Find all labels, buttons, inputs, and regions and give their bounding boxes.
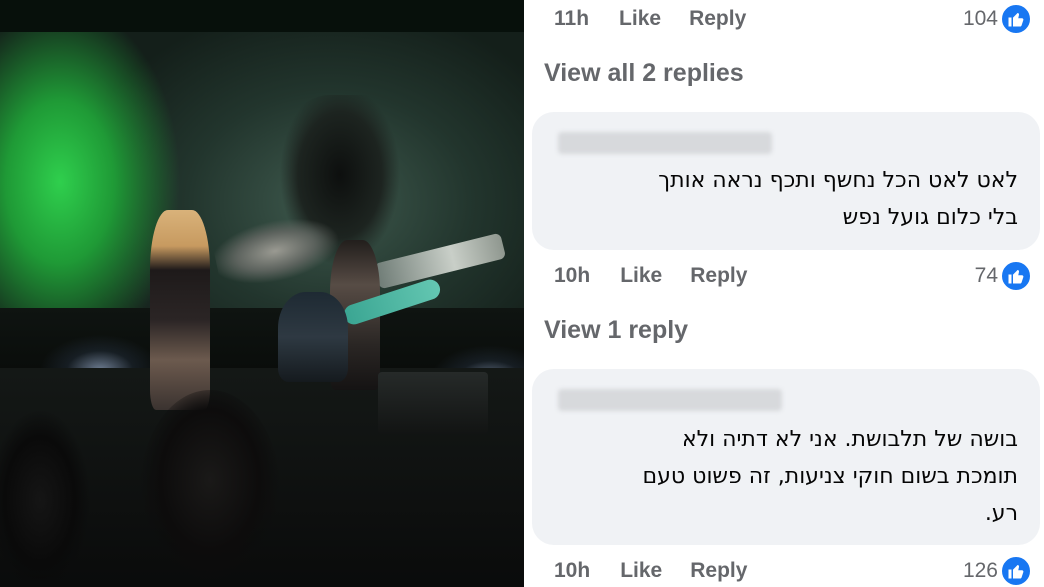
comment-time[interactable]: 11h [554,7,589,31]
reaction-count: 74 [974,264,998,287]
audience-silhouette [140,390,280,587]
comment-text: לאט לאט הכל נחשף ותכף נראה אותך בלי כלום… [658,162,1018,236]
comment-text-line: בושה של תלבושת. אני לא דתיה ולא [681,427,1018,452]
comment-text-line: בלי כלום גועל נפש [842,205,1018,230]
comment-time[interactable]: 10h [554,559,590,583]
comment-meta-row: 10h Like Reply 126 [554,555,1032,587]
reaction-summary[interactable]: 126 [963,555,1032,587]
comments-panel: 11h Like Reply 104 View all 2 replies לא… [524,0,1044,587]
comment-meta-row: 10h Like Reply 74 [554,260,1032,292]
thumbs-up-icon [1000,3,1032,35]
crew-member-figure [278,292,348,382]
comment-text-line: רע. [984,501,1018,526]
comment-text: בושה של תלבושת. אני לא דתיה ולא תומכת בש… [643,421,1018,532]
blurred-author-name [558,132,772,154]
comment-text-line: תומכת בשום חוקי צניעות, זה פשוט טעם [642,464,1018,489]
reply-button[interactable]: Reply [690,559,747,583]
reaction-count: 104 [962,7,998,30]
singer-figure [150,210,210,410]
blurred-author-name [558,389,782,411]
like-button[interactable]: Like [620,264,662,288]
comment-text-line: לאט לאט הכל נחשף ותכף נראה אותך [658,168,1018,193]
comment-time[interactable]: 10h [554,264,590,288]
thumbs-up-icon [1000,260,1032,292]
reaction-summary[interactable]: 104 [963,3,1032,35]
like-button[interactable]: Like [620,559,662,583]
view-replies-link[interactable]: View all 2 replies [544,59,744,88]
reaction-summary[interactable]: 74 [975,260,1032,292]
comment-bubble: בושה של תלבושת. אני לא דתיה ולא תומכת בש… [532,369,1040,545]
comment-bubble: לאט לאט הכל נחשף ותכף נראה אותך בלי כלום… [532,112,1040,250]
audience-silhouette [0,410,90,587]
like-button[interactable]: Like [619,7,661,31]
thumbs-up-icon [1000,555,1032,587]
concert-photo [0,0,524,587]
reaction-count: 126 [962,559,998,582]
reply-button[interactable]: Reply [689,7,746,31]
stage-monitor [378,372,488,434]
comment-meta-row: 11h Like Reply 104 [554,3,1032,35]
reply-button[interactable]: Reply [690,264,747,288]
view-replies-link[interactable]: View 1 reply [544,316,688,345]
